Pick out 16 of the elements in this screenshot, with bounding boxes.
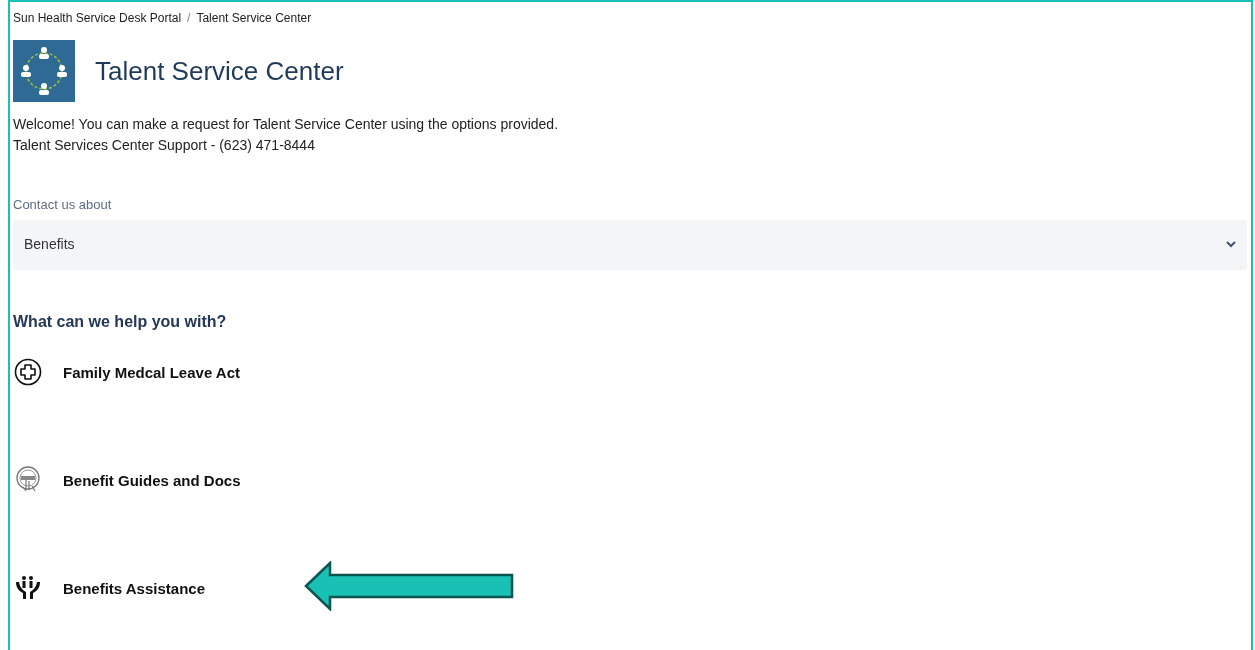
chevron-down-icon bbox=[1226, 241, 1236, 248]
medical-cross-icon bbox=[14, 357, 42, 386]
service-center-logo bbox=[13, 40, 75, 102]
breadcrumb-separator: / bbox=[187, 10, 191, 27]
hands-family-icon bbox=[15, 573, 41, 600]
contact-select[interactable]: Benefits bbox=[13, 219, 1247, 270]
breadcrumb-link[interactable]: Talent Service Center bbox=[196, 9, 312, 27]
request-type-link[interactable]: Benefit Guides and Docs bbox=[63, 469, 241, 492]
section-heading: What can we help you with? bbox=[13, 311, 228, 332]
page-title: Talent Service Center bbox=[95, 54, 344, 88]
field-label: Contact us about bbox=[13, 196, 113, 214]
request-type-link[interactable]: Benefits Assistance bbox=[63, 577, 205, 600]
breadcrumb-link[interactable]: Sun Health Service Desk Portal bbox=[13, 9, 182, 27]
welcome-text: Welcome! You can make a request for Talent Service Center using the options provided. bbox=[13, 115, 560, 134]
welcome-text: Talent Services Center Support - (623) 471-8444 bbox=[13, 136, 316, 155]
request-type-link[interactable]: Family Medcal Leave Act bbox=[63, 361, 241, 384]
